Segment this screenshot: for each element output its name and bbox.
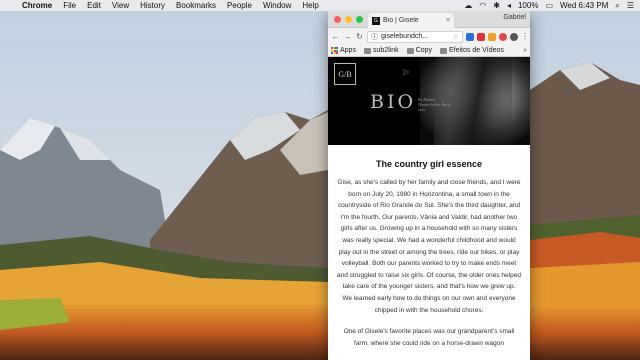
folder-icon [363, 47, 371, 54]
site-logo[interactable]: G/B [334, 63, 356, 85]
site-favicon-icon: G [372, 16, 380, 25]
menu-edit[interactable]: Edit [87, 1, 101, 10]
bookmark-star-icon[interactable]: ☆ [453, 33, 459, 41]
extension-record-icon[interactable] [499, 32, 507, 41]
bookmark-copy[interactable]: Copy [406, 47, 432, 54]
menu-history[interactable]: History [140, 1, 165, 10]
extension-video-icon[interactable] [477, 32, 485, 41]
article-body: The country girl essence Gise, as she's … [328, 145, 530, 348]
cloud-icon[interactable]: ☁ [464, 1, 472, 10]
hero-title: BIO [370, 91, 417, 113]
hero-caption: By Patrick Demarchelier, Paris, xxxx [418, 97, 452, 112]
article-paragraph: One of Gisele's favorite places was our … [343, 328, 515, 347]
hero-banner: G/B BIO By Patrick Demarchelier, Paris, … [328, 57, 530, 145]
menu-window[interactable]: Window [263, 1, 291, 10]
folder-icon [440, 47, 447, 54]
bluetooth-icon[interactable]: ✱ [493, 1, 500, 10]
article-paragraph: Gise, as she's called by her family and … [337, 179, 521, 314]
browser-window: G Bio | Gisele × Gabriel ← → ↻ ⓘ giseleb… [328, 11, 530, 360]
browser-menu-icon[interactable]: ⋮ [521, 32, 529, 41]
battery-percent[interactable]: 100% [518, 1, 538, 10]
menu-bookmarks[interactable]: Bookmarks [176, 1, 216, 10]
window-controls [334, 16, 363, 23]
zoom-window-icon[interactable] [356, 16, 363, 23]
extension-download-icon[interactable] [466, 32, 474, 41]
desktop-wallpaper [0, 0, 640, 360]
bookmarks-bar: Apps sub2link Copy Efeitos de Vídeos » [328, 45, 530, 57]
status-area: ☁ ◠ ✱ ◂ 100% ▭ Wed 6:43 PM ⌕ ☰ [464, 1, 640, 11]
article-heading: The country girl essence [375, 159, 483, 169]
wifi-icon[interactable]: ◠ [479, 1, 486, 10]
bookmark-sub2link[interactable]: sub2link [363, 47, 399, 54]
spotlight-search-icon[interactable]: ⌕ [615, 1, 619, 11]
apps-grid-icon [331, 47, 338, 54]
extension-mail-icon[interactable] [488, 32, 496, 41]
bookmarks-overflow-icon[interactable]: » [523, 47, 527, 54]
menu-bar: Chrome File Edit View History Bookmarks … [0, 0, 640, 11]
tab-title: Bio | Gisele [383, 17, 419, 24]
menu-view[interactable]: View [112, 1, 129, 10]
minimize-window-icon[interactable] [345, 16, 352, 23]
close-window-icon[interactable] [334, 16, 341, 23]
tab-close-icon[interactable]: × [446, 17, 450, 24]
folder-icon [406, 47, 414, 54]
menu-file[interactable]: File [63, 1, 76, 10]
tab-bar: G Bio | Gisele × Gabriel [328, 11, 530, 28]
volume-icon[interactable]: ◂ [507, 1, 511, 10]
bookmark-apps-label: Apps [340, 47, 356, 54]
tab-bio-gisele[interactable]: G Bio | Gisele × [368, 13, 454, 28]
battery-icon[interactable]: ▭ [545, 1, 553, 10]
browser-toolbar: ← → ↻ ⓘ giselebundch... ☆ ⋮ [328, 28, 530, 45]
mouse-cursor-icon: ➤ [402, 67, 410, 77]
web-page: G/B BIO By Patrick Demarchelier, Paris, … [328, 57, 530, 348]
reload-icon[interactable]: ↻ [355, 32, 364, 41]
back-icon[interactable]: ← [331, 32, 340, 41]
bookmark-apps[interactable]: Apps [331, 47, 356, 54]
bookmark-copy-label: Copy [415, 47, 432, 54]
menu-help[interactable]: Help [302, 1, 318, 10]
mountain-landscape [0, 0, 640, 360]
notification-center-icon[interactable]: ☰ [627, 1, 634, 10]
menu-clock[interactable]: Wed 6:43 PM [560, 1, 608, 10]
bookmark-efeitos[interactable]: Efeitos de Vídeos [440, 47, 504, 54]
address-url: giselebundch... [381, 33, 429, 40]
menu-people[interactable]: People [227, 1, 252, 10]
profile-name[interactable]: Gabriel [503, 14, 526, 21]
bookmark-efeitos-label: Efeitos de Vídeos [449, 47, 504, 54]
extension-circle-icon[interactable] [510, 32, 518, 41]
site-info-icon[interactable]: ⓘ [371, 32, 378, 42]
forward-icon[interactable]: → [343, 32, 352, 41]
bookmark-sub2link-label: sub2link [372, 47, 399, 54]
address-bar[interactable]: ⓘ giselebundch... ☆ [367, 30, 463, 43]
menu-app-name[interactable]: Chrome [22, 1, 52, 10]
